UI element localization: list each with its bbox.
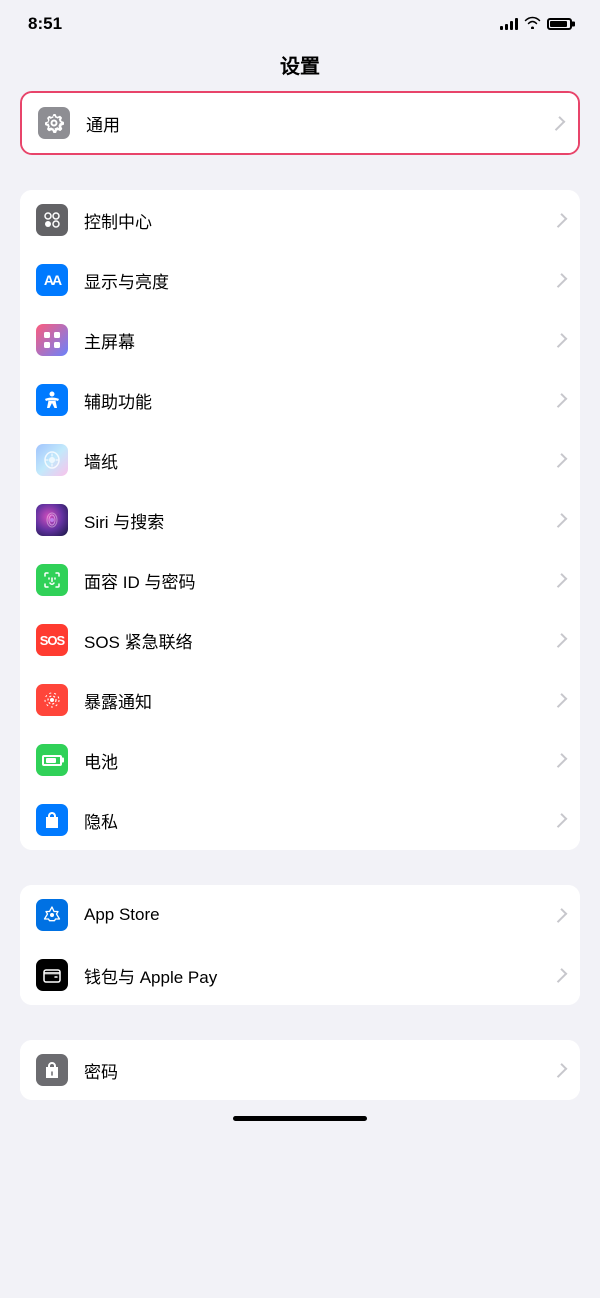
dianci-label: 电池: [84, 748, 556, 773]
gear-icon: [38, 107, 70, 139]
zhupingmu-label: 主屏幕: [84, 328, 556, 353]
tongyong-label: 通用: [86, 111, 554, 136]
settings-item-kongzhizhongxin[interactable]: 控制中心: [20, 190, 580, 250]
mima-label: 密码: [84, 1058, 556, 1083]
status-time: 8:51: [28, 14, 62, 34]
page-title: 设置: [0, 42, 600, 91]
display-icon: AA: [36, 264, 68, 296]
battery-icon: [547, 18, 572, 30]
siri-icon: [36, 504, 68, 536]
home-bar: [233, 1116, 367, 1121]
baolu-label: 暴露通知: [84, 688, 556, 713]
settings-item-siri[interactable]: Siri 与搜索: [20, 490, 580, 550]
control-center-icon: [36, 204, 68, 236]
battery-settings-icon: [36, 744, 68, 776]
settings-group-4: 密码: [0, 1040, 600, 1100]
fuzhu-label: 辅助功能: [84, 388, 556, 413]
yinsi-label: 隐私: [84, 808, 556, 833]
password-icon: [36, 1054, 68, 1086]
kongzhizhongxin-label: 控制中心: [84, 208, 556, 233]
status-icons: [500, 16, 572, 32]
settings-group-2: 控制中心 AA 显示与亮度 主屏幕: [0, 190, 600, 850]
homescreen-icon: [36, 324, 68, 356]
settings-list-2: 控制中心 AA 显示与亮度 主屏幕: [20, 190, 580, 850]
settings-list-highlighted: 通用: [20, 91, 580, 155]
settings-item-yinsi[interactable]: 隐私: [20, 790, 580, 850]
settings-item-tongyong[interactable]: 通用: [22, 93, 578, 153]
exposure-icon: [36, 684, 68, 716]
faceid-icon: [36, 564, 68, 596]
appstore-icon: [36, 899, 68, 931]
sos-icon: SOS: [36, 624, 68, 656]
appstore-label: App Store: [84, 905, 556, 925]
wifi-icon: [524, 16, 541, 32]
qiangzhi-label: 墙纸: [84, 448, 556, 473]
settings-item-mima[interactable]: 密码: [20, 1040, 580, 1100]
wallpaper-icon: [36, 444, 68, 476]
signal-icon: [500, 18, 518, 30]
home-indicator: [0, 1100, 600, 1125]
settings-item-fuzhu[interactable]: 辅助功能: [20, 370, 580, 430]
accessibility-icon: [36, 384, 68, 416]
status-bar: 8:51: [0, 0, 600, 42]
sos-label: SOS 紧急联络: [84, 628, 556, 653]
faceid-label: 面容 ID 与密码: [84, 568, 556, 593]
siri-label: Siri 与搜索: [84, 508, 556, 533]
settings-item-wallet[interactable]: 钱包与 Apple Pay: [20, 945, 580, 1005]
settings-item-baolu[interactable]: 暴露通知: [20, 670, 580, 730]
settings-group-3: App Store 钱包与 Apple Pay: [0, 885, 600, 1005]
wallet-label: 钱包与 Apple Pay: [84, 963, 556, 988]
xianshi-label: 显示与亮度: [84, 268, 556, 293]
settings-item-xianshi[interactable]: AA 显示与亮度: [20, 250, 580, 310]
settings-item-dianci[interactable]: 电池: [20, 730, 580, 790]
wallet-icon: [36, 959, 68, 991]
settings-group-1: 通用: [0, 91, 600, 155]
settings-list-3: App Store 钱包与 Apple Pay: [20, 885, 580, 1005]
settings-item-zhupingmu[interactable]: 主屏幕: [20, 310, 580, 370]
privacy-icon: [36, 804, 68, 836]
settings-item-sos[interactable]: SOS SOS 紧急联络: [20, 610, 580, 670]
settings-item-appstore[interactable]: App Store: [20, 885, 580, 945]
settings-item-qiangzhi[interactable]: 墙纸: [20, 430, 580, 490]
settings-item-faceid[interactable]: 面容 ID 与密码: [20, 550, 580, 610]
settings-list-4: 密码: [20, 1040, 580, 1100]
